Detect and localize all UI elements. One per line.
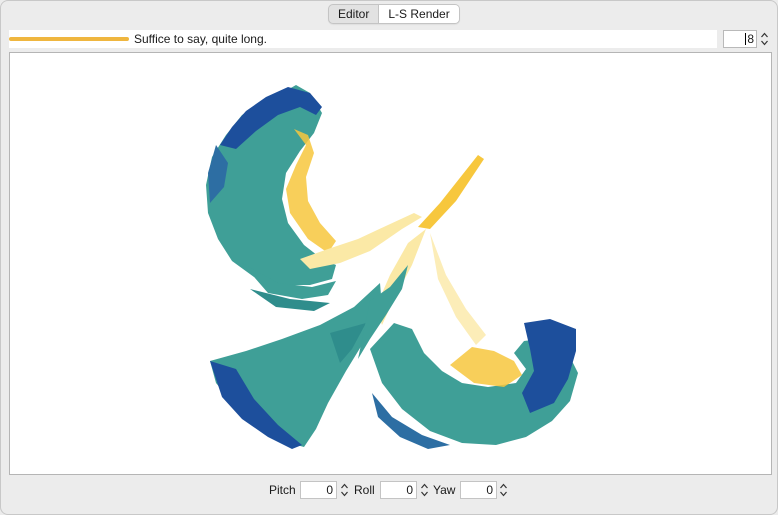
rotation-controls: Pitch 0 Roll 0 Yaw 0 (1, 481, 777, 499)
chevron-up-down-icon (500, 483, 507, 497)
tab-ls-render[interactable]: L-S Render (378, 5, 459, 23)
render-canvas[interactable] (9, 52, 772, 475)
pitch-stepper[interactable] (339, 481, 350, 499)
progress-bar: Suffice to say, quite long. (9, 30, 717, 48)
pitch-label: Pitch (269, 483, 296, 497)
yaw-stepper[interactable] (498, 481, 509, 499)
depth-stepper[interactable] (759, 30, 770, 48)
app-window: Editor L-S Render Suffice to say, quite … (0, 0, 778, 515)
depth-value: 8 (747, 32, 754, 46)
yaw-label: Yaw (433, 483, 456, 497)
roll-stepper[interactable] (419, 481, 430, 499)
chevron-up-down-icon (761, 32, 768, 46)
lsystem-render (206, 85, 578, 449)
tab-editor[interactable]: Editor (329, 5, 378, 23)
progress-fill (9, 37, 129, 41)
trunk (300, 155, 486, 345)
upper-left-branch (206, 85, 336, 311)
progress-row: Suffice to say, quite long. 8 (9, 30, 771, 48)
progress-message: Suffice to say, quite long. (134, 32, 267, 46)
pitch-field[interactable]: 0 (300, 481, 337, 499)
roll-field[interactable]: 0 (380, 481, 417, 499)
tab-bar: Editor L-S Render (328, 4, 460, 24)
chevron-up-down-icon (421, 483, 428, 497)
chevron-up-down-icon (341, 483, 348, 497)
yaw-field[interactable]: 0 (460, 481, 497, 499)
depth-field[interactable]: 8 (723, 30, 757, 48)
roll-label: Roll (354, 483, 375, 497)
